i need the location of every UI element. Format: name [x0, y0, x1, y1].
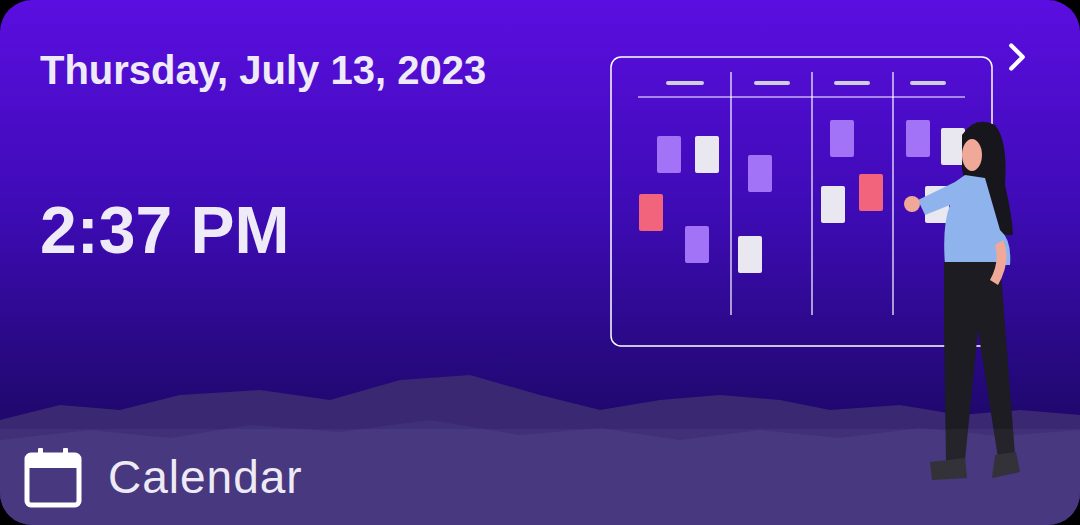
- time-text: 2:37 PM: [40, 190, 1080, 270]
- app-label: Calendar: [108, 447, 303, 507]
- calendar-icon: [24, 446, 82, 508]
- date-text: Thursday, July 13, 2023: [40, 42, 1080, 98]
- page: Thursday, July 13, 2023 2:37 PM Calendar: [0, 0, 1080, 525]
- header: Thursday, July 13, 2023 2:37 PM: [0, 0, 1080, 270]
- app-label-bar: Calendar: [0, 429, 1080, 525]
- calendar-widget[interactable]: Thursday, July 13, 2023 2:37 PM Calendar: [0, 0, 1080, 525]
- chevron-right-icon: [994, 34, 1040, 80]
- open-button[interactable]: [994, 34, 1040, 80]
